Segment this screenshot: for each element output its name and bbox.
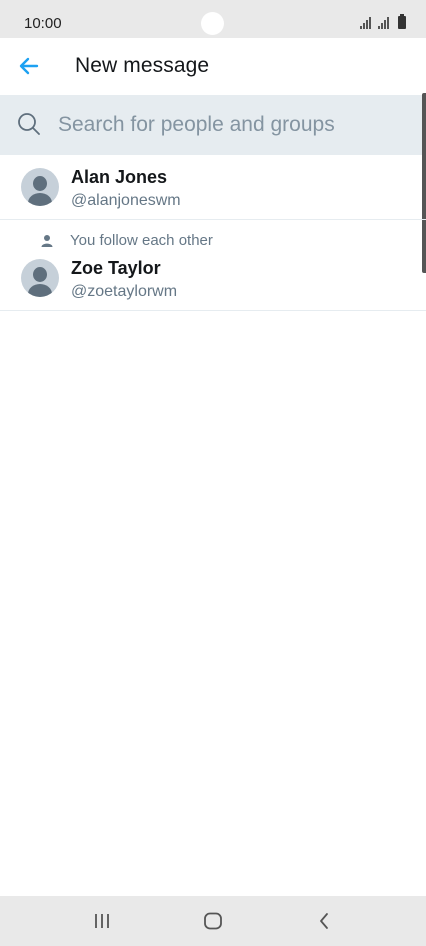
person-name: Zoe Taylor [71,258,161,278]
follow-note-text: You follow each other [70,232,213,249]
avatar [21,259,59,297]
avatar [21,168,59,206]
status-icons [360,14,406,29]
search-icon [18,113,40,135]
status-time: 10:00 [24,15,62,32]
back-nav-button[interactable] [309,908,339,934]
status-bar: 10:00 [0,0,426,38]
system-nav-bar [0,896,426,946]
follow-note: You follow each other [40,232,213,249]
list-item-alan-jones[interactable]: Alan Jones @alanjoneswm [0,155,426,220]
app-header: New message [0,38,426,95]
signal-icon [378,17,389,29]
signal-icon [360,17,371,29]
home-button[interactable] [198,908,228,934]
recent-apps-icon [95,914,109,928]
home-icon [204,912,222,930]
person-handle: @alanjoneswm [71,192,181,209]
back-icon [320,913,328,929]
person-name: Alan Jones [71,167,168,187]
search-input[interactable] [58,109,408,141]
battery-icon [398,14,406,29]
back-button[interactable] [14,53,44,79]
list-item-zoe-taylor[interactable]: You follow each other Zoe Taylor @zoetay… [0,220,426,311]
people-list: Alan Jones @alanjoneswm You follow each … [0,155,426,311]
new-message-screen: New message Alan Jones @alanjoneswm You … [0,38,426,896]
page-title: New message [75,54,210,77]
arrow-left-icon [19,57,39,75]
person-handle: @zoetaylorwm [71,283,178,300]
search-bar[interactable] [0,95,426,155]
front-camera [201,12,224,35]
recent-apps-button[interactable] [87,908,117,934]
person-icon [41,234,53,247]
